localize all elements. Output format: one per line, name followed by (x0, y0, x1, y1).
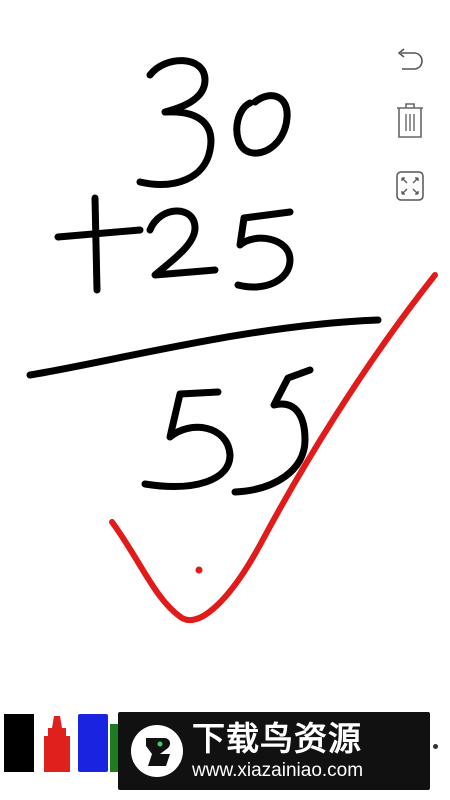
sum-line (26, 316, 382, 379)
watermark-banner: 下载鸟资源 www.xiazainiao.com (118, 712, 430, 790)
drawing-canvas[interactable] (0, 0, 450, 700)
trash-icon (397, 103, 423, 138)
handwriting-layer (26, 57, 438, 623)
black-marker[interactable] (2, 714, 36, 772)
watermark-title: 下载鸟资源 (192, 719, 362, 758)
digit-3-top (136, 57, 215, 188)
digit-0-top (233, 92, 291, 157)
digit-5-result-a (141, 388, 234, 490)
red-dot (195, 566, 203, 574)
expand-icon (396, 171, 424, 201)
digit-5-top (234, 208, 294, 291)
undo-button[interactable] (392, 42, 428, 78)
red-marker[interactable] (40, 714, 74, 772)
blue-marker[interactable] (76, 714, 110, 772)
plus-vertical (91, 194, 101, 294)
digit-2 (146, 207, 219, 279)
more-dot-icon[interactable] (433, 744, 438, 749)
fullscreen-button[interactable] (392, 168, 428, 204)
watermark-url: www.xiazainiao.com (192, 760, 364, 781)
delete-button[interactable] (392, 103, 428, 139)
undo-icon (397, 48, 423, 70)
bird-logo-icon (131, 725, 183, 777)
